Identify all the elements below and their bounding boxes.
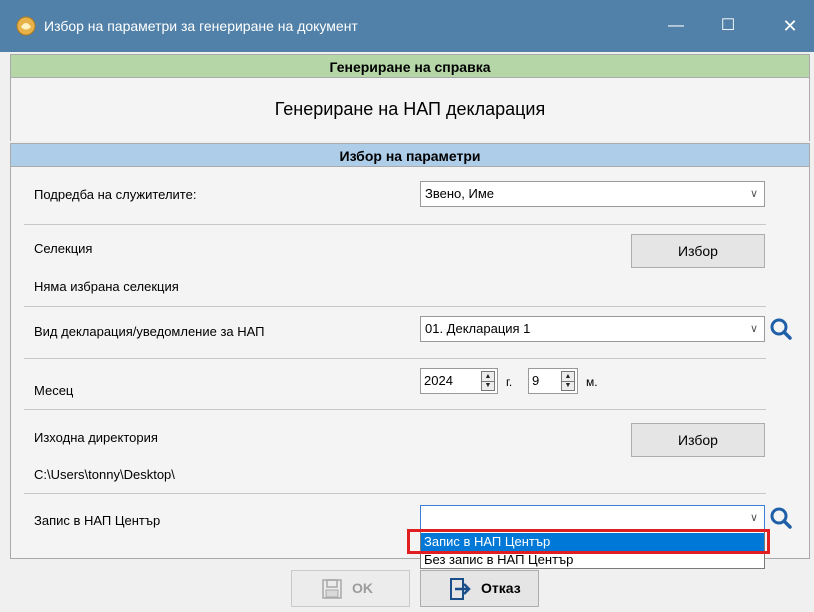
out-dir-choose-button[interactable]: Избор xyxy=(631,423,765,457)
separator xyxy=(24,358,766,359)
month-unit: м. xyxy=(586,375,598,389)
out-dir-label: Изходна директория xyxy=(34,430,158,445)
month-label: Месец xyxy=(34,383,74,398)
search-icon[interactable] xyxy=(769,506,793,530)
spinner-arrows[interactable]: ▲ ▼ xyxy=(481,371,495,391)
chevron-down-icon: ∨ xyxy=(749,323,758,335)
year-value: 2024 xyxy=(424,373,453,388)
search-icon[interactable] xyxy=(769,317,793,341)
separator xyxy=(24,306,766,307)
selection-choose-button[interactable]: Избор xyxy=(631,234,765,268)
month-value: 9 xyxy=(532,373,540,388)
decl-type-select[interactable]: 01. Декларация 1 ∨ xyxy=(420,316,765,342)
sort-select[interactable]: Звено, Име ∨ xyxy=(420,181,765,207)
month-spinner[interactable]: 9 ▲ ▼ xyxy=(528,368,578,394)
separator xyxy=(24,224,766,225)
ok-label: OK xyxy=(352,580,373,596)
nap-record-label: Запис в НАП Център xyxy=(34,513,161,528)
exit-arrow-icon xyxy=(450,578,471,600)
window-titlebar: Избор на параметри за генериране на доку… xyxy=(0,0,814,52)
close-button[interactable]: ✕ xyxy=(766,0,814,52)
report-title: Генериране на НАП декларация xyxy=(10,78,810,141)
chevron-down-icon: ∨ xyxy=(749,512,758,524)
minimize-button[interactable]: — xyxy=(652,0,700,52)
year-unit: г. xyxy=(506,375,513,389)
app-icon xyxy=(16,16,36,36)
sort-select-value: Звено, Име xyxy=(425,186,494,201)
params-header: Избор на параметри xyxy=(10,143,810,167)
separator xyxy=(24,493,766,494)
floppy-disk-icon xyxy=(322,579,342,599)
window-title: Избор на параметри за генериране на доку… xyxy=(44,18,358,34)
year-spinner[interactable]: 2024 ▲ ▼ xyxy=(420,368,498,394)
params-panel xyxy=(10,167,810,559)
decl-type-value: 01. Декларация 1 xyxy=(425,321,531,336)
decl-type-label: Вид декларация/уведомление за НАП xyxy=(34,324,265,339)
sort-label: Подредба на служителите: xyxy=(34,187,197,202)
out-dir-value: C:\Users\tonny\Desktop\ xyxy=(34,467,175,482)
spinner-arrows[interactable]: ▲ ▼ xyxy=(561,371,575,391)
maximize-button[interactable]: ☐ xyxy=(704,0,752,52)
spin-down-icon[interactable]: ▼ xyxy=(482,381,494,390)
report-header: Генериране на справка xyxy=(10,54,810,78)
chevron-down-icon: ∨ xyxy=(749,188,758,200)
spin-down-icon[interactable]: ▼ xyxy=(562,381,574,390)
cancel-button[interactable]: Отказ xyxy=(420,570,539,607)
selection-status: Няма избрана селекция xyxy=(34,279,179,294)
cancel-label: Отказ xyxy=(481,580,521,596)
separator xyxy=(24,409,766,410)
selection-label: Селекция xyxy=(34,241,93,256)
highlight-annotation xyxy=(407,529,770,554)
ok-button[interactable]: OK xyxy=(291,570,410,607)
nap-record-select[interactable]: ∨ xyxy=(420,505,765,531)
